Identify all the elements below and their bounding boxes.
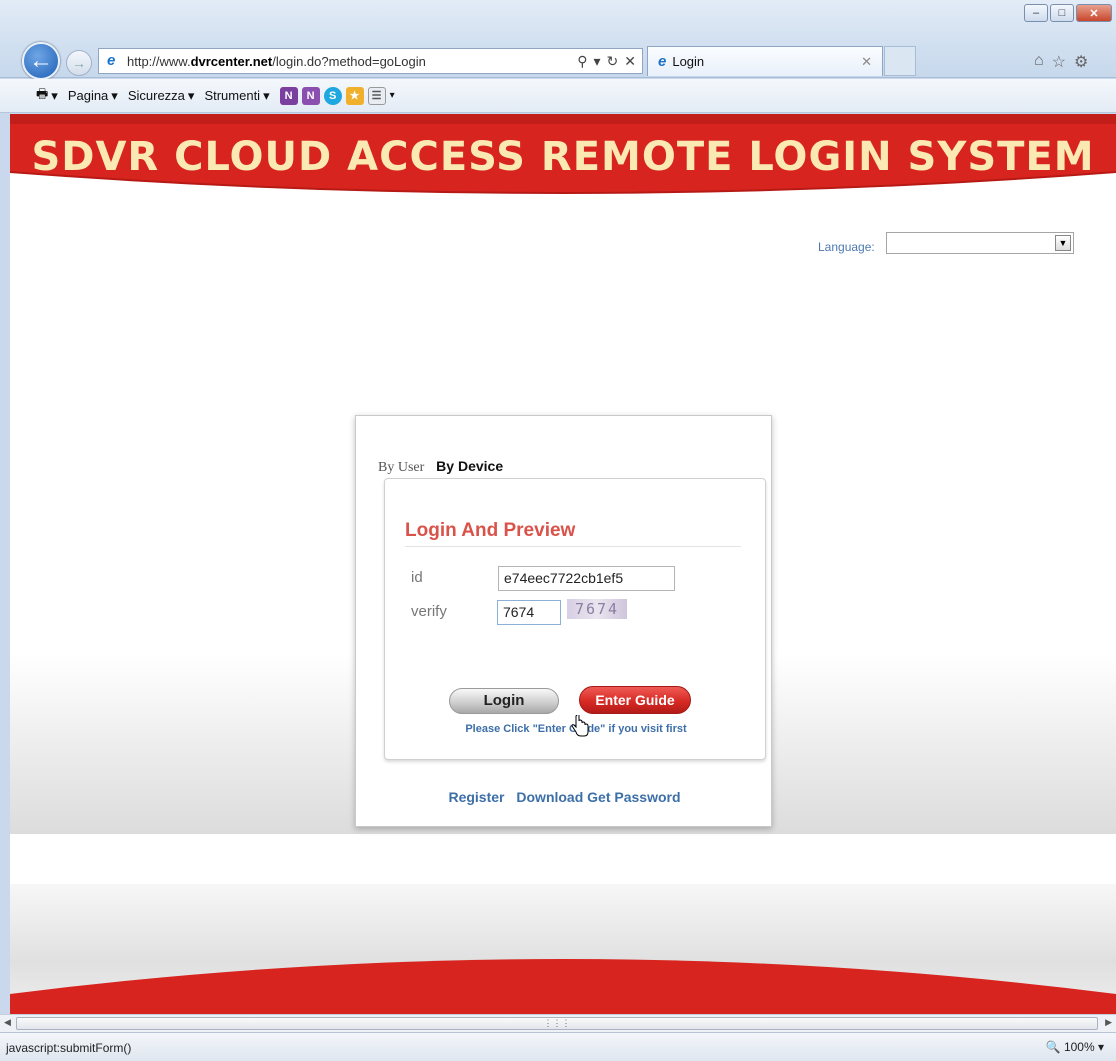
maximize-button[interactable]: □ [1050,4,1074,22]
address-bar[interactable]: e http://www.dvrcenter.net/login.do?meth… [98,48,643,74]
new-tab-button[interactable] [884,46,916,76]
scroll-right-icon[interactable]: ▶ [1105,1017,1112,1028]
menu-strumenti-label: Strumenti [204,88,261,103]
language-label: Language: [818,240,875,254]
dropdown-arrow-icon[interactable]: ▾ [594,53,601,70]
language-select[interactable]: ▼ [886,232,1074,254]
login-form: Login And Preview id e74eec7722cb1ef5 ve… [384,478,766,760]
tab-login[interactable]: e Login ✕ [647,46,883,76]
title-bar: – □ ✕ ← → e http://www.dvrcenter.net/log… [0,0,1116,80]
command-bar: 🖶 ▾ Pagina ▾ Sicurezza ▾ Strumenti ▾ N N S … [0,79,1116,113]
banner-title: SDVR CLOUD ACCESS REMOTE LOGIN SYSTEM [31,134,1095,180]
footer-links: Register Download Get Password [356,789,773,805]
footer-banner [10,959,1116,1014]
enter-guide-button[interactable]: Enter Guide [579,686,691,714]
tab-label: Login [672,54,705,69]
forward-button[interactable]: → [66,50,92,76]
zoom-level: 100% [1063,1040,1095,1054]
form-title: Login And Preview [405,520,576,541]
addon-icon[interactable]: ★ [345,86,364,105]
home-icon[interactable]: ⌂ [1034,52,1044,72]
back-button[interactable]: ← [22,42,60,80]
status-text: javascript:submitForm() [6,1041,132,1055]
stop-icon[interactable]: ✕ [624,53,636,70]
login-panel: By User By Device Login And Preview id e… [355,415,772,827]
hand-cursor-icon [571,715,589,737]
chevron-down-icon[interactable]: ▾ [390,90,395,101]
printer-icon: 🖶 [36,85,49,101]
menu-sicurezza[interactable]: Sicurezza ▾ [128,88,195,104]
register-link[interactable]: Register [448,789,504,805]
verify-label: verify [411,603,447,620]
search-icon[interactable]: ⚲ [577,53,587,70]
login-button[interactable]: Login [449,688,559,714]
chevron-down-icon[interactable]: ▼ [1055,235,1071,251]
id-input[interactable]: e74eec7722cb1ef5 [498,566,675,591]
login-tabs: By User By Device [378,458,503,476]
url-path: /login.do?method=goLogin [272,53,426,69]
close-tab-icon[interactable]: ✕ [861,54,872,70]
url-prefix: http://www. [127,53,191,69]
onenote-linked-icon[interactable]: N [301,86,320,105]
gear-icon[interactable]: ⚙ [1074,52,1088,72]
refresh-icon[interactable]: ↻ [607,53,619,70]
url-domain: dvrcenter.net [190,53,273,69]
verify-input[interactable]: 7674 [497,600,561,625]
divider [405,546,741,547]
page-content: SDVR CLOUD ACCESS REMOTE LOGIN SYSTEM La… [10,114,1116,1014]
horizontal-scrollbar[interactable]: ◀ ⋮⋮⋮ ▶ [0,1014,1116,1032]
arrow-left-icon: ← [29,47,53,74]
scroll-left-icon[interactable]: ◀ [4,1017,11,1028]
download-password-link[interactable]: Download Get Password [516,789,680,805]
skype-icon[interactable]: S [323,86,342,105]
tab-by-user[interactable]: By User [378,460,424,475]
menu-pagina-label: Pagina [67,88,109,103]
status-bar: javascript:submitForm() 🔍 100% ▾ [0,1032,1116,1061]
arrow-right-icon: → [72,55,86,71]
menu-strumenti[interactable]: Strumenti ▾ [204,88,269,104]
minimize-button[interactable]: – [1024,4,1048,22]
scrollbar-thumb[interactable]: ⋮⋮⋮ [16,1017,1098,1030]
ie-tab-icon: e [658,53,667,70]
tab-by-device[interactable]: By Device [436,458,503,474]
zoom-control[interactable]: 🔍 100% ▾ [1046,1040,1104,1054]
browser-window: – □ ✕ ← → e http://www.dvrcenter.net/log… [0,0,1116,1061]
zoom-icon: 🔍 [1045,1040,1061,1054]
url-text[interactable]: http://www.dvrcenter.net/login.do?method… [127,54,577,69]
captcha-image[interactable]: 7674 [567,599,627,619]
print-button[interactable]: 🖶 ▾ [36,85,58,107]
menu-pagina[interactable]: Pagina ▾ [68,88,118,104]
research-icon[interactable]: ☰ [367,86,386,105]
browser-toolbar-icons: ⌂ ☆ ⚙ [1034,52,1088,72]
id-label: id [411,569,423,586]
window-controls: – □ ✕ [1024,4,1112,22]
ie-icon: e [107,52,116,69]
close-window-button[interactable]: ✕ [1076,4,1112,22]
menu-sicurezza-label: Sicurezza [127,88,185,103]
favorites-star-icon[interactable]: ☆ [1052,52,1066,72]
onenote-icon[interactable]: N [279,86,298,105]
